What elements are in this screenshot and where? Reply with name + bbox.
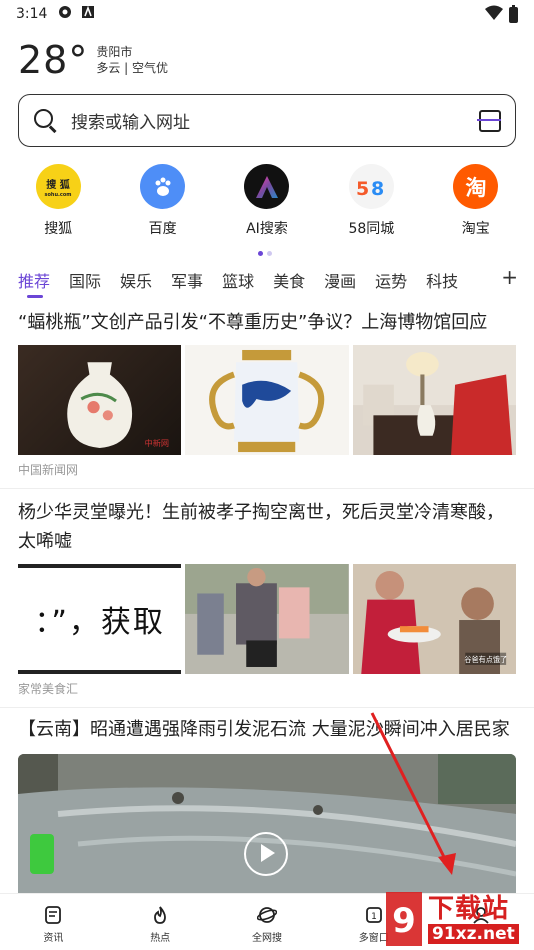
search-icon <box>33 108 59 134</box>
tab-food[interactable]: 美食 <box>273 268 305 292</box>
quick-link-label: 百度 <box>148 221 177 237</box>
news-thumbnail[interactable] <box>185 564 349 674</box>
flame-icon <box>150 905 170 925</box>
news-thumbnail[interactable] <box>185 345 349 455</box>
news-thumbnail[interactable]: 谷爸有点饿了 <box>352 564 516 674</box>
news-source: 中国新闻网 <box>18 463 79 477</box>
quick-link-baidu[interactable]: 百度 <box>118 164 208 238</box>
weather-condition: 多云 | 空气优 <box>96 61 169 75</box>
quick-link-label: 搜狐 <box>44 221 73 237</box>
watermark-logo: 9 下载站 91xz.net <box>382 888 532 950</box>
search-input[interactable]: 搜索或输入网址 <box>71 108 479 133</box>
app-notification-icon <box>81 5 95 23</box>
weather-city: 贵阳市 <box>96 45 133 59</box>
quick-link-58[interactable]: 58 58同城 <box>326 164 416 238</box>
svg-text:8: 8 <box>371 178 384 198</box>
category-tabs: 推荐 国际 娱乐 军事 篮球 美食 漫画 运势 科技 + <box>18 265 518 300</box>
svg-text:sohu.com: sohu.com <box>45 192 72 198</box>
nav-news[interactable]: 资讯 <box>0 894 107 950</box>
quick-link-sohu[interactable]: 搜 狐 sohu.com 搜狐 <box>13 164 103 238</box>
svg-text:1: 1 <box>371 912 377 922</box>
58-logo-icon: 58 <box>348 164 394 209</box>
tab-international[interactable]: 国际 <box>69 268 101 292</box>
taobao-icon: 淘 <box>453 164 499 209</box>
svg-text:淘: 淘 <box>465 176 486 200</box>
ai-search-icon <box>244 164 290 209</box>
news-doc-icon <box>43 905 63 925</box>
svg-text:9: 9 <box>392 901 416 941</box>
page-dot-active <box>258 251 263 256</box>
news-thumbnail[interactable]: ：”，获取 <box>18 564 182 674</box>
add-tab-button[interactable]: + <box>501 265 518 289</box>
nav-label: 全网搜 <box>251 933 282 944</box>
nav-search-all[interactable]: 全网搜 <box>214 894 321 950</box>
sohu-logo-icon: 搜 狐 sohu.com <box>35 164 81 209</box>
tab-basketball[interactable]: 篮球 <box>222 268 254 292</box>
quick-links: 搜 狐 sohu.com 搜狐 百度 AI搜索 58 58同城 淘 淘宝 <box>0 164 534 238</box>
page-indicator <box>258 251 272 256</box>
weather-widget[interactable]: 28° 贵阳市 多云 | 空气优 <box>18 38 168 82</box>
search-bar[interactable]: 搜索或输入网址 <box>18 94 516 147</box>
status-time: 3:14 <box>16 6 48 22</box>
quick-link-ai-search[interactable]: AI搜索 <box>222 164 312 238</box>
quick-link-label: 淘宝 <box>461 221 490 237</box>
news-title[interactable]: “蝠桃瓶”文创产品引发“不尊重历史”争议？上海博物馆回应 <box>0 308 534 337</box>
news-item[interactable]: 杨少华灵堂曝光！生前被孝子掏空离世，死后灵堂冷清寒酸，太唏嘘 ：”，获取 谷爸有… <box>0 498 534 708</box>
planet-icon <box>256 905 278 925</box>
quick-link-label: 58同城 <box>348 221 395 237</box>
baidu-paw-icon <box>140 164 186 209</box>
svg-text:5: 5 <box>356 178 369 198</box>
svg-text:谷爸有点饿了: 谷爸有点饿了 <box>464 655 507 664</box>
tab-military[interactable]: 军事 <box>171 268 203 292</box>
nav-label: 热点 <box>150 933 171 944</box>
battery-icon <box>509 5 518 23</box>
nav-label: 资讯 <box>43 933 64 944</box>
svg-text:中新网: 中新网 <box>145 438 169 448</box>
temperature: 28° <box>18 38 89 82</box>
tab-comics[interactable]: 漫画 <box>324 268 356 292</box>
scan-icon[interactable] <box>477 109 501 132</box>
watermark-text: 下载站 <box>428 894 510 924</box>
tab-fortune[interactable]: 运势 <box>375 268 407 292</box>
annotation-arrow <box>370 712 456 875</box>
windows-icon: 1 <box>364 905 384 925</box>
watermark-url: 91xz.net <box>428 924 519 944</box>
news-thumbnail[interactable]: 中新网 <box>18 345 182 455</box>
status-bar: 3:14 <box>0 0 534 28</box>
tab-entertainment[interactable]: 娱乐 <box>120 268 152 292</box>
page-dot <box>267 251 272 256</box>
news-title[interactable]: 杨少华灵堂曝光！生前被孝子掏空离世，死后灵堂冷清寒酸，太唏嘘 <box>0 498 534 556</box>
news-thumbnail[interactable] <box>352 345 516 455</box>
tab-recommend[interactable]: 推荐 <box>18 268 50 298</box>
settings-icon <box>57 4 73 24</box>
thumbnail-text: ：”，获取 <box>34 605 165 640</box>
play-button[interactable] <box>244 832 288 876</box>
quick-link-taobao[interactable]: 淘 淘宝 <box>431 164 521 238</box>
news-source: 家常美食汇 <box>18 682 79 696</box>
nav-hot[interactable]: 热点 <box>107 894 214 950</box>
tab-tech[interactable]: 科技 <box>426 268 458 292</box>
divider <box>0 488 534 489</box>
news-item[interactable]: “蝠桃瓶”文创产品引发“不尊重历史”争议？上海博物馆回应 中新网 中国新闻网 <box>0 308 534 489</box>
quick-link-label: AI搜索 <box>246 221 288 237</box>
wifi-icon <box>485 5 503 25</box>
svg-text:搜 狐: 搜 狐 <box>46 178 69 191</box>
